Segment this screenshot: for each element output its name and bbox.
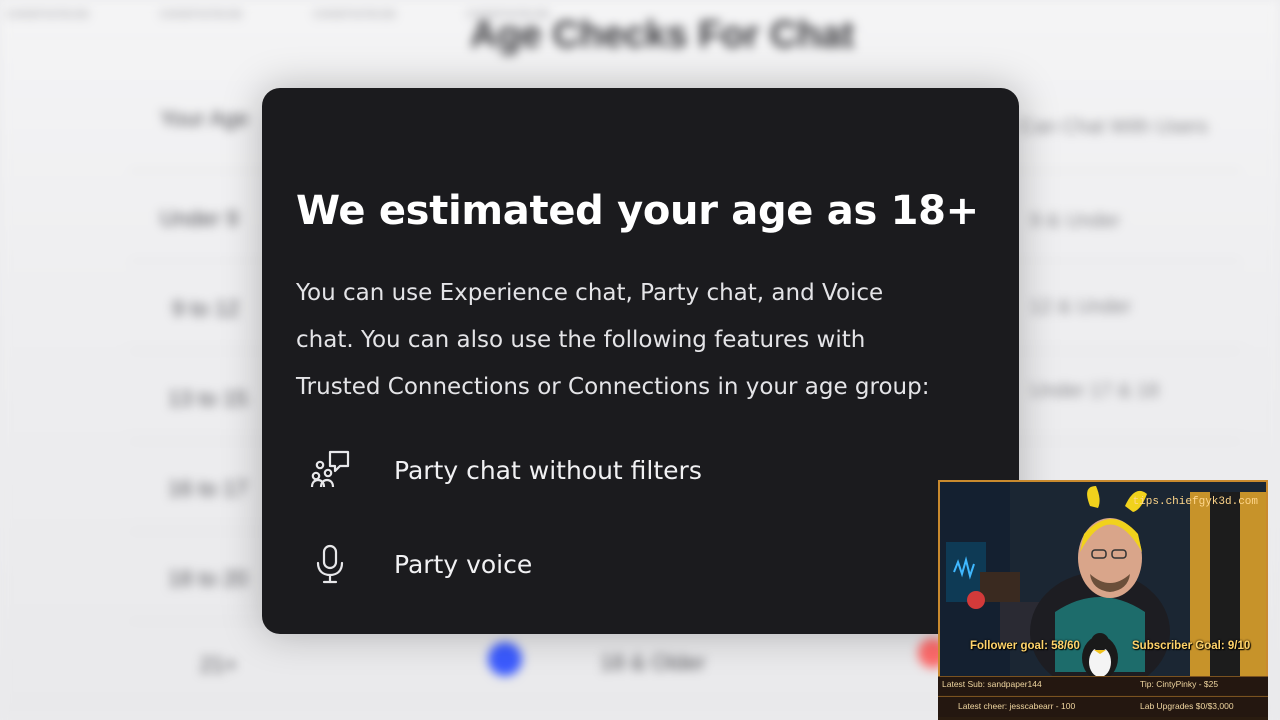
- watermark: CHIEFGYK3D: [159, 8, 243, 21]
- latest-tip: Tip: CintyPinky - $25: [1140, 679, 1219, 689]
- tips-url: tips.chiefgyk3d.com: [1132, 496, 1258, 508]
- chat-row-label: Under 17 & 18: [1030, 380, 1159, 402]
- age-row-label: 18 to 20: [168, 566, 248, 591]
- age-header: Your Age: [160, 106, 249, 131]
- latest-sub: Latest Sub: sandpaper144: [942, 679, 1042, 689]
- dialog-title: We estimated your age as 18+: [296, 188, 979, 234]
- feature-party-voice: Party voice: [306, 540, 532, 588]
- age-row-label: 16 to 17: [168, 476, 248, 501]
- chat-row-label: 12 & Under: [1030, 296, 1132, 318]
- age-row-label: 13 to 15: [168, 386, 248, 411]
- lab-upgrades-goal: Lab Upgrades $0/$3,000: [1140, 701, 1234, 711]
- age-row-label: 21+: [200, 652, 238, 677]
- webcam-overlay: tips.chiefgyk3d.com Follower goal: 58/60…: [938, 480, 1268, 720]
- description-line: chat. You can also use the following fea…: [296, 327, 866, 353]
- overlay-ticker-top: Latest Sub: sandpaper144 Tip: CintyPinky…: [938, 676, 1268, 695]
- party-chat-icon: [306, 446, 354, 494]
- description-line: Trusted Connections or Connections in yo…: [296, 374, 930, 400]
- feature-label: Party chat without filters: [394, 455, 702, 485]
- status-dot: [488, 642, 522, 676]
- watermark: CHIEFGYK3D: [6, 8, 90, 21]
- feature-label: Party voice: [394, 549, 533, 579]
- overlay-ticker-bottom: Latest cheer: jesscabearr - 100 Lab Upgr…: [938, 696, 1268, 717]
- follower-goal: Follower goal: 58/60: [970, 640, 1080, 652]
- webcam-frame: tips.chiefgyk3d.com Follower goal: 58/60…: [938, 480, 1268, 680]
- age-row-label: Under 9: [160, 206, 239, 231]
- watermark-row: CHIEFGYK3D CHIEFGYK3D CHIEFGYK3D CHIEFGY…: [6, 8, 550, 21]
- microphone-icon: [306, 540, 354, 588]
- latest-cheer: Latest cheer: jesscabearr - 100: [958, 701, 1076, 711]
- watermark: CHIEFGYK3D: [312, 8, 397, 21]
- subscriber-goal: Subscriber Goal: 9/10: [1132, 640, 1251, 652]
- age-estimate-dialog: We estimated your age as 18+ You can use…: [262, 88, 1019, 634]
- description-line: You can use Experience chat, Party chat,…: [296, 280, 884, 306]
- chat-header: Can Chat With Users: [1020, 116, 1208, 138]
- background-title: Age Checks For Chat: [470, 14, 855, 56]
- feature-party-chat: Party chat without filters: [306, 446, 702, 494]
- chat-row-label: 9 & Under: [1030, 210, 1121, 232]
- age-row-label: 9 to 12: [172, 296, 240, 321]
- bottom-row-label: 18 & Older: [600, 650, 706, 675]
- dialog-description: You can use Experience chat, Party chat,…: [296, 270, 996, 411]
